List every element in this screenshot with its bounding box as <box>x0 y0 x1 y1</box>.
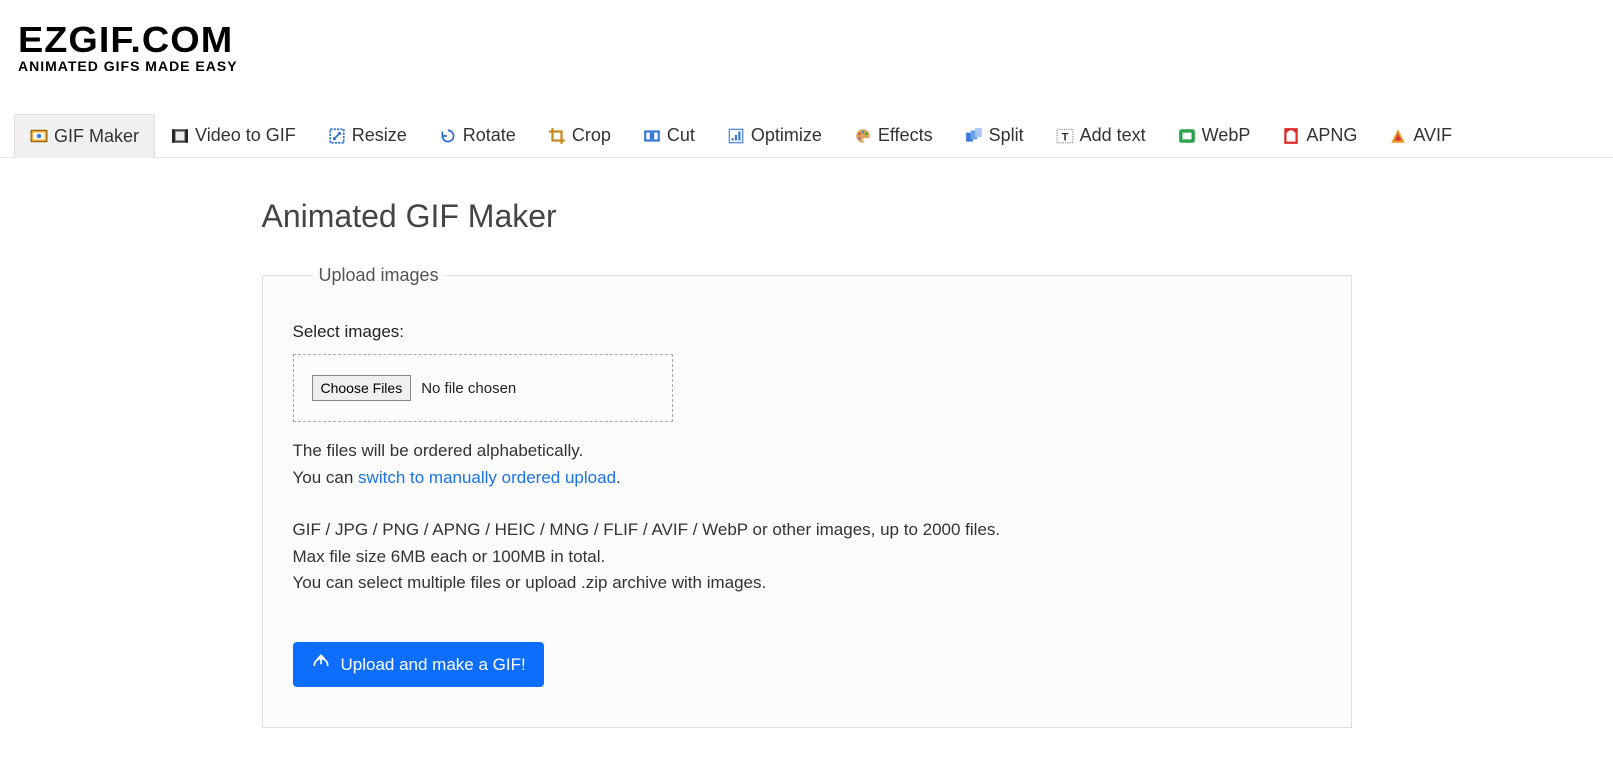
svg-text:T: T <box>1061 131 1068 143</box>
upload-fieldset: Upload images Select images: Choose File… <box>262 265 1352 728</box>
nav-label: AVIF <box>1413 125 1452 146</box>
upload-submit-button[interactable]: Upload and make a GIF! <box>293 642 544 687</box>
upload-info: The files will be ordered alphabetically… <box>293 438 1321 596</box>
nav-label: Optimize <box>751 125 822 146</box>
nav-apng[interactable]: APNG <box>1266 114 1373 157</box>
logo-sub: ANIMATED GIFS MADE EASY <box>18 58 1595 74</box>
select-images-label: Select images: <box>293 322 1321 342</box>
nav-label: GIF Maker <box>54 126 139 147</box>
main-nav: GIF Maker Video to GIF Resize Rotate Cro… <box>0 114 1613 158</box>
cut-icon <box>643 127 661 145</box>
nav-effects[interactable]: Effects <box>838 114 949 157</box>
gif-maker-icon <box>30 127 48 145</box>
film-icon <box>171 127 189 145</box>
rotate-icon <box>439 127 457 145</box>
nav-label: Crop <box>572 125 611 146</box>
upload-submit-label: Upload and make a GIF! <box>341 655 526 675</box>
text-icon: T <box>1056 127 1074 145</box>
nav-resize[interactable]: Resize <box>312 114 423 157</box>
crop-icon <box>548 127 566 145</box>
info-order: The files will be ordered alphabetically… <box>293 438 1321 464</box>
resize-icon <box>328 127 346 145</box>
upload-icon <box>311 652 331 677</box>
info-switch-line: You can switch to manually ordered uploa… <box>293 465 1321 491</box>
info-max: Max file size 6MB each or 100MB in total… <box>293 544 1321 570</box>
palette-icon <box>854 127 872 145</box>
avif-icon <box>1389 127 1407 145</box>
nav-label: Split <box>989 125 1024 146</box>
switch-upload-link[interactable]: switch to manually ordered upload <box>358 468 616 487</box>
nav-video-to-gif[interactable]: Video to GIF <box>155 114 312 157</box>
nav-label: Rotate <box>463 125 516 146</box>
file-drop-area[interactable]: Choose Files No file chosen <box>293 354 673 422</box>
main-content: Animated GIF Maker Upload images Select … <box>242 158 1372 748</box>
nav-rotate[interactable]: Rotate <box>423 114 532 157</box>
nav-label: Add text <box>1080 125 1146 146</box>
choose-files-button[interactable]: Choose Files <box>312 375 412 401</box>
file-chosen-status: No file chosen <box>421 380 516 397</box>
nav-split[interactable]: Split <box>949 114 1040 157</box>
optimize-icon <box>727 127 745 145</box>
nav-add-text[interactable]: T Add text <box>1040 114 1162 157</box>
upload-legend: Upload images <box>313 265 445 286</box>
nav-label: Effects <box>878 125 933 146</box>
info-switch-suffix: . <box>616 468 621 487</box>
page-title: Animated GIF Maker <box>262 198 1352 235</box>
logo-main: EZGIF.COM <box>18 24 1613 56</box>
nav-label: Video to GIF <box>195 125 296 146</box>
info-formats: GIF / JPG / PNG / APNG / HEIC / MNG / FL… <box>293 517 1321 543</box>
nav-label: Cut <box>667 125 695 146</box>
site-header: EZGIF.COM ANIMATED GIFS MADE EASY <box>0 0 1613 84</box>
nav-avif[interactable]: AVIF <box>1373 114 1468 157</box>
info-multi: You can select multiple files or upload … <box>293 570 1321 596</box>
info-switch-prefix: You can <box>293 468 359 487</box>
nav-label: WebP <box>1202 125 1251 146</box>
nav-label: Resize <box>352 125 407 146</box>
nav-label: APNG <box>1306 125 1357 146</box>
webp-icon <box>1178 127 1196 145</box>
apng-icon <box>1282 127 1300 145</box>
nav-gif-maker[interactable]: GIF Maker <box>14 114 155 158</box>
nav-cut[interactable]: Cut <box>627 114 711 157</box>
nav-webp[interactable]: WebP <box>1162 114 1267 157</box>
nav-crop[interactable]: Crop <box>532 114 627 157</box>
split-icon <box>965 127 983 145</box>
nav-optimize[interactable]: Optimize <box>711 114 838 157</box>
